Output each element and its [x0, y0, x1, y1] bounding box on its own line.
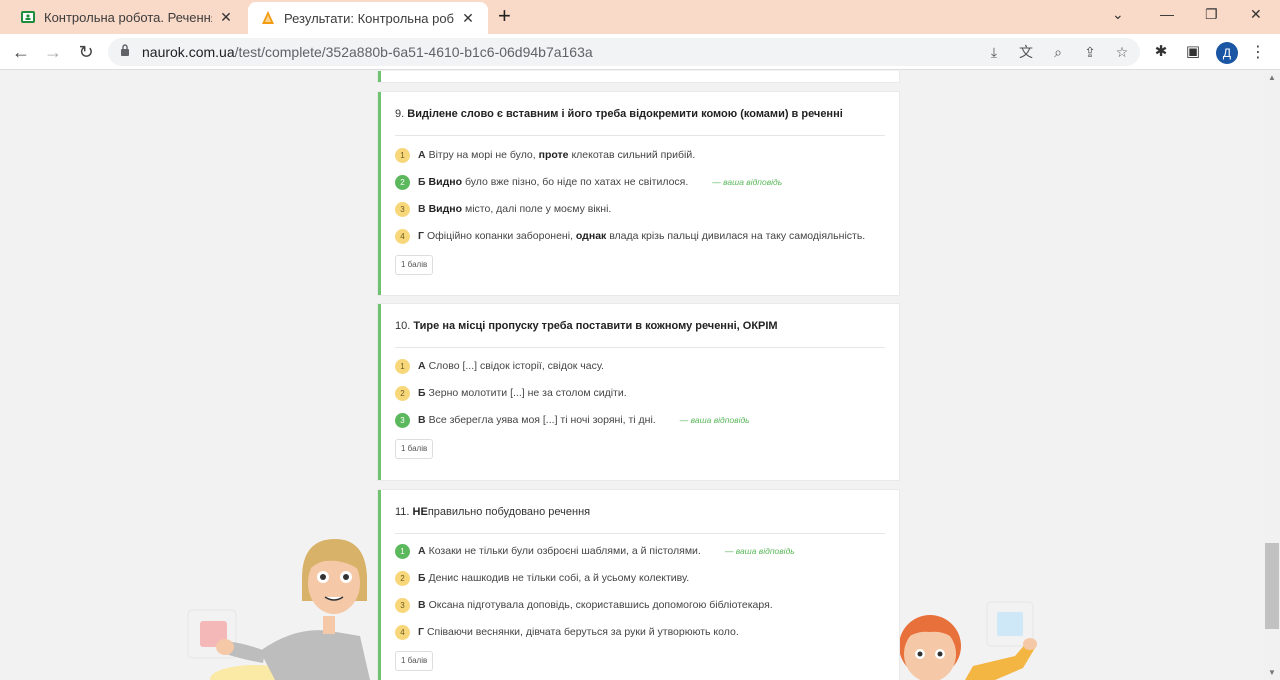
more-menu-icon[interactable]: ⋮ — [1250, 42, 1266, 62]
lock-icon — [121, 44, 129, 56]
close-tab-icon[interactable]: ✕ — [460, 10, 476, 27]
minimize-button[interactable]: — — [1160, 6, 1174, 22]
answer-option: 3 В Оксана підготувала доповідь, скорист… — [395, 596, 773, 614]
answer-option-selected: 1 А Козаки не тільки були озброєні шабля… — [395, 542, 795, 560]
url-text: naurok.com.ua/test/complete/352a880b-6a5… — [142, 44, 593, 60]
close-window-button[interactable]: ✕ — [1250, 6, 1262, 23]
browser-toolbar: ← → ↻ naurok.com.ua/test/complete/352a88… — [0, 34, 1280, 70]
question-card-previous — [378, 71, 899, 82]
close-tab-icon[interactable]: ✕ — [218, 9, 234, 26]
scroll-up-arrow-icon[interactable]: ▲ — [1267, 73, 1277, 82]
answer-option: 2 Б Зерно молотити [...] не за столом си… — [395, 384, 627, 402]
browser-tab-strip: Контрольна робота. Речення з с ✕ Результ… — [0, 0, 1280, 34]
tab-title: Результати: Контрольна робота — [284, 10, 454, 26]
page-content: 9. Виділене слово є вставним і його треб… — [0, 71, 1264, 680]
tab-title: Контрольна робота. Речення з с — [44, 9, 212, 25]
option-number-badge: 3 — [395, 201, 410, 217]
points-badge: 1 балів — [395, 439, 434, 459]
restore-button[interactable]: ❐ — [1205, 6, 1218, 23]
option-number-badge: 2 — [395, 570, 410, 586]
answer-option: 2 Б Денис нашкодив не тільки собі, а й у… — [395, 569, 689, 587]
divider — [395, 347, 885, 348]
answer-option: 1 А Вітру на морі не було, проте клекота… — [395, 146, 695, 164]
teacher-illustration — [187, 539, 370, 680]
option-number-badge: 1 — [395, 543, 410, 559]
question-title: 11. НЕправильно побудовано речення — [395, 506, 591, 518]
question-title: 10. Тире на місці пропуску треба постави… — [395, 320, 778, 332]
address-bar[interactable]: naurok.com.ua/test/complete/352a880b-6a5… — [108, 38, 1140, 66]
zoom-icon[interactable]: ⌕ — [1049, 43, 1067, 61]
side-panel-icon[interactable]: ▣ — [1183, 42, 1203, 62]
new-tab-button[interactable]: + — [498, 5, 511, 27]
your-answer-note: — ваша відповідь — [679, 415, 750, 425]
points-badge: 1 балів — [395, 255, 434, 275]
option-number-badge: 3 — [395, 597, 410, 613]
question-card-10: 10. Тире на місці пропуску треба постави… — [378, 304, 899, 480]
your-answer-note: — ваша відповідь — [724, 546, 795, 556]
answer-option: 3 В Видно місто, далі поле у моєму вікні… — [395, 200, 611, 218]
divider — [395, 135, 885, 136]
option-number-badge: 1 — [395, 358, 410, 374]
option-number-badge: 4 — [395, 228, 410, 244]
answer-option: 4 Г Офіційно копанки заборонені, однак в… — [395, 227, 865, 245]
answer-option-selected: 2 Б Видно було вже пізно, бо ніде по хат… — [395, 173, 782, 191]
boy-illustration — [899, 601, 1037, 680]
tab-search-chevron-icon[interactable]: ⌄ — [1112, 6, 1124, 23]
bookmark-star-icon[interactable]: ☆ — [1113, 43, 1131, 61]
question-title: 9. Виділене слово є вставним і його треб… — [395, 108, 843, 120]
forward-arrow-icon[interactable]: → — [41, 40, 65, 64]
profile-avatar[interactable]: Д — [1216, 42, 1238, 64]
answer-option-selected: 3 В Все зберегла уява моя [...] ті ночі … — [395, 411, 750, 429]
option-number-badge: 2 — [395, 174, 410, 190]
answer-option: 4 Г Співаючи веснянки, дівчата беруться … — [395, 623, 739, 641]
answer-option: 1 А Слово [...] свідок історії, свідок ч… — [395, 357, 604, 375]
browser-tab-results[interactable]: Результати: Контрольна робота ✕ — [248, 2, 488, 34]
back-arrow-icon[interactable]: ← — [9, 40, 33, 64]
scroll-down-arrow-icon[interactable]: ▼ — [1267, 668, 1277, 677]
reload-icon[interactable]: ↻ — [74, 40, 98, 64]
install-app-icon[interactable]: ⤓ — [985, 43, 1003, 61]
extensions-puzzle-icon[interactable]: ✱ — [1151, 42, 1171, 62]
option-number-badge: 3 — [395, 412, 410, 428]
scrollbar-thumb[interactable] — [1265, 543, 1279, 629]
points-badge: 1 балів — [395, 651, 434, 671]
translate-icon[interactable]: 文 — [1017, 43, 1035, 61]
option-number-badge: 1 — [395, 147, 410, 163]
share-icon[interactable]: ⇪ — [1081, 43, 1099, 61]
option-number-badge: 2 — [395, 385, 410, 401]
google-classroom-icon — [21, 11, 35, 23]
option-number-badge: 4 — [395, 624, 410, 640]
your-answer-note: — ваша відповідь — [712, 177, 783, 187]
question-card-11: 11. НЕправильно побудовано речення 1 А К… — [378, 490, 899, 680]
naurok-icon — [262, 11, 274, 24]
browser-tab-test[interactable]: Контрольна робота. Речення з с ✕ — [8, 0, 246, 34]
divider — [395, 533, 885, 534]
question-card-9: 9. Виділене слово є вставним і його треб… — [378, 92, 899, 295]
